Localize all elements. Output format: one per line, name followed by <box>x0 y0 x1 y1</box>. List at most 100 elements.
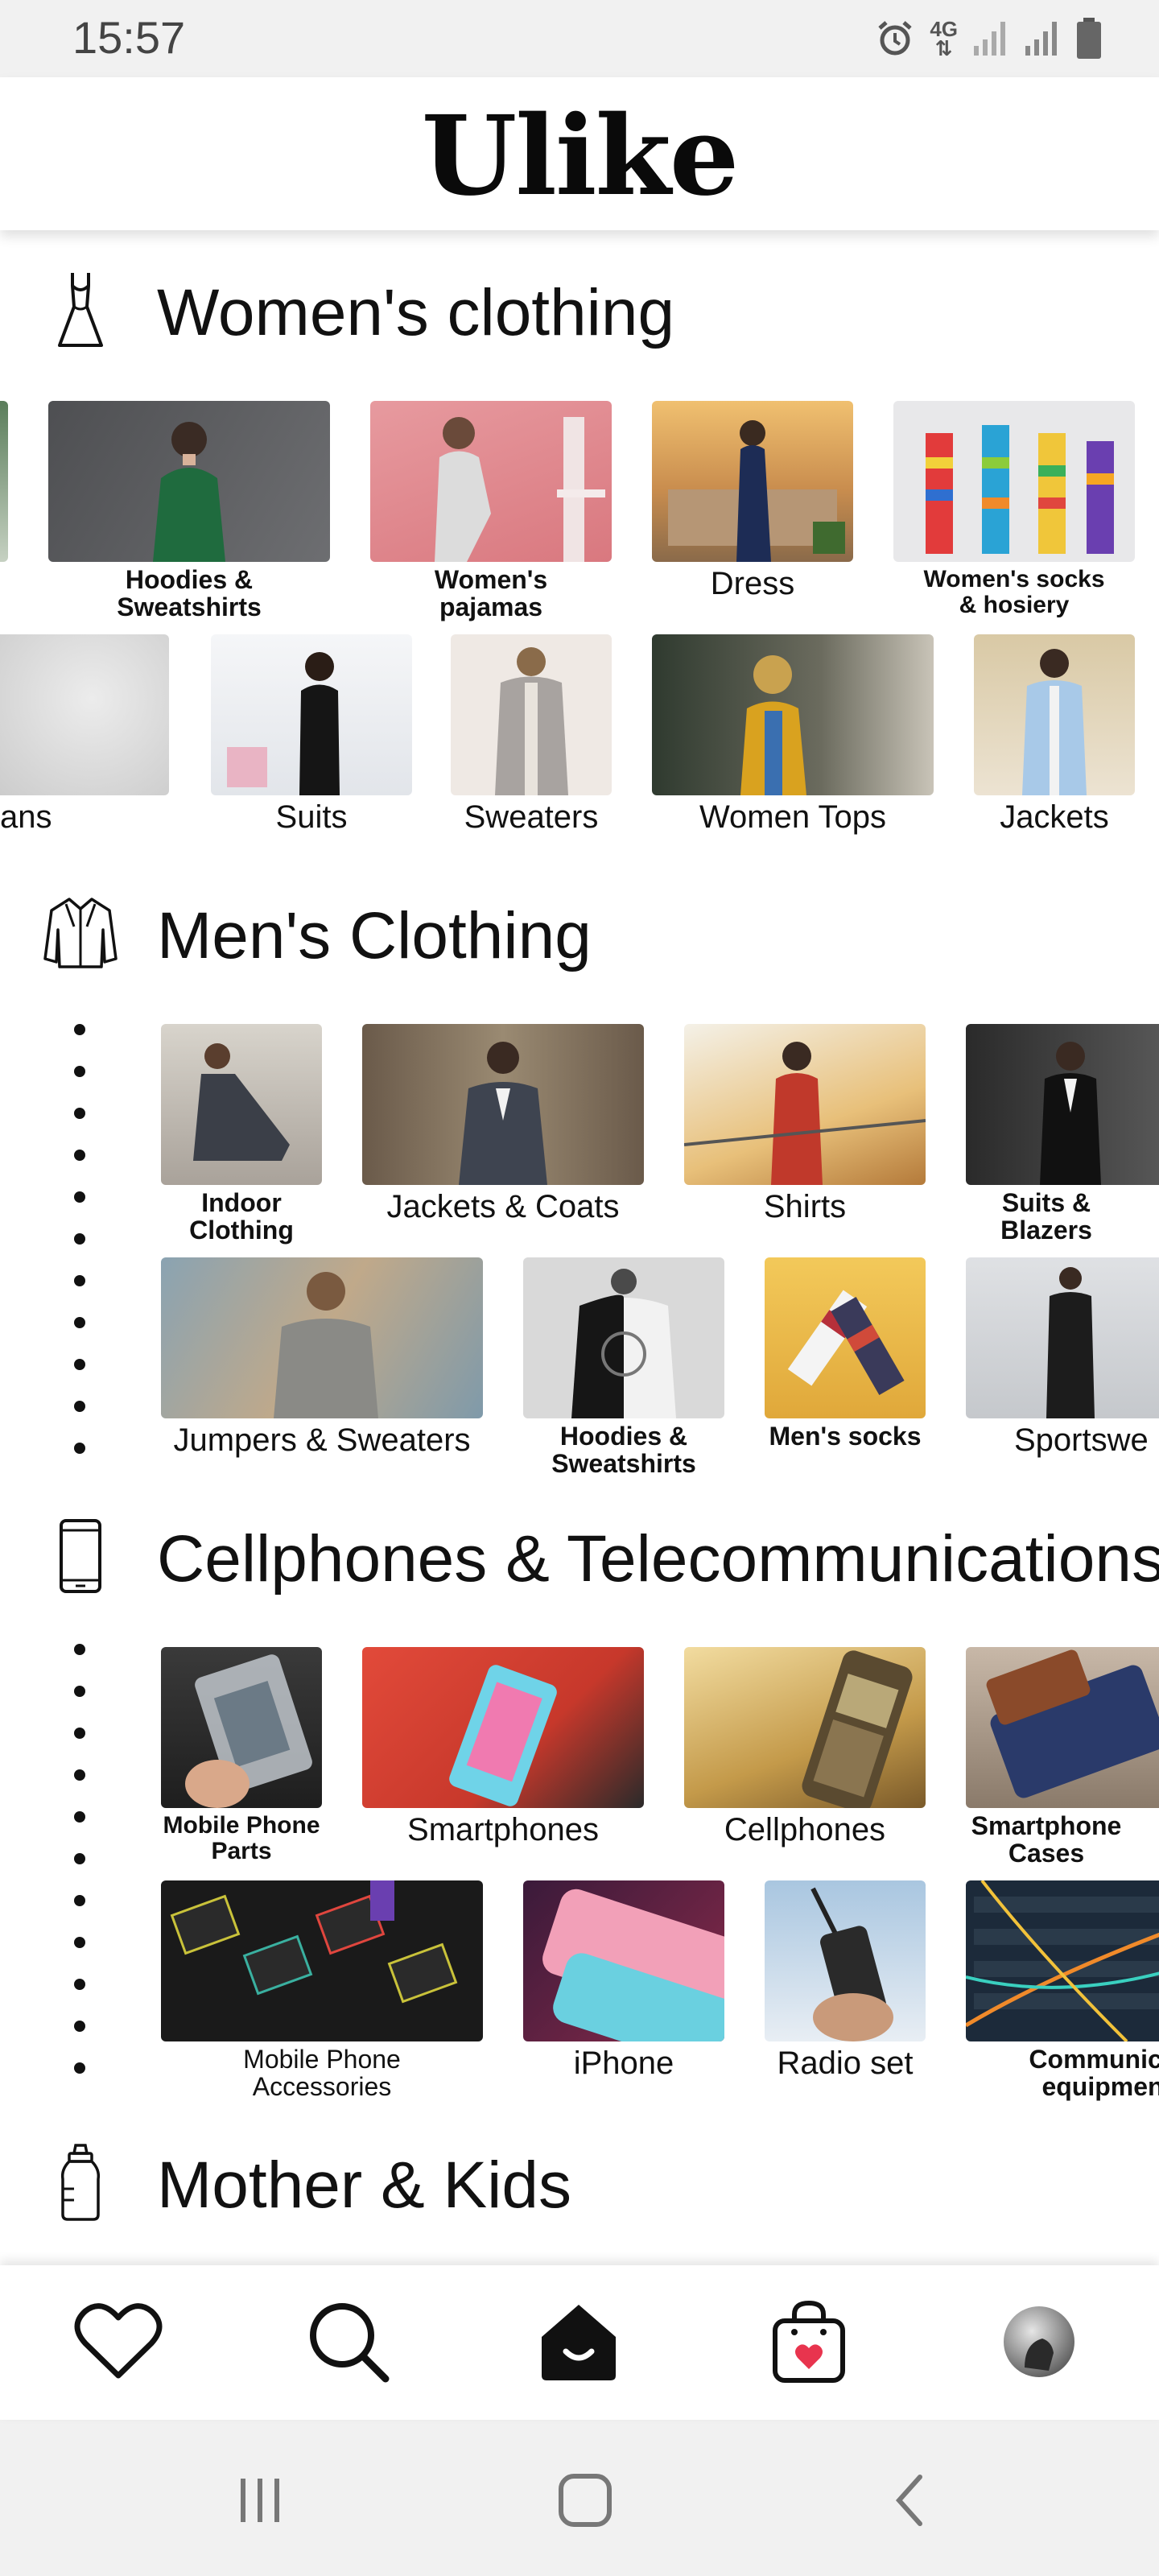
category-tile[interactable]: Men's socks <box>765 1257 926 1450</box>
category-label: iPhone <box>573 2046 674 2081</box>
category-tile[interactable]: Jumpers & Sweaters <box>161 1257 483 1457</box>
category-image <box>974 634 1135 795</box>
category-image <box>362 1024 644 1185</box>
network-label: 4G ⇅ <box>930 17 958 60</box>
section-title-men: Men's Clothing <box>157 899 592 972</box>
shopping-bag-icon <box>773 2300 845 2383</box>
tab-cart[interactable] <box>765 2297 853 2386</box>
category-image <box>161 1647 322 1808</box>
category-tile[interactable]: Indoor Clothing <box>161 1024 322 1243</box>
system-nav-bar <box>0 2420 1159 2576</box>
recent-apps-button[interactable] <box>224 2464 296 2537</box>
category-tile[interactable]: Sweaters <box>451 634 612 834</box>
battery-icon <box>1077 18 1101 59</box>
category-label: ans <box>0 799 52 835</box>
category-image <box>451 634 612 795</box>
category-tile-partial[interactable]: ans <box>0 634 169 834</box>
category-tile[interactable]: Mobile Phone Parts <box>161 1647 322 1864</box>
section-title-phones: Cellphones & Telecommunications <box>157 1522 1159 1596</box>
category-label: Suits <box>275 799 348 835</box>
tab-home[interactable] <box>534 2297 623 2386</box>
status-bar: 15:57 4G ⇅ <box>0 0 1159 77</box>
category-tile[interactable]: Hoodies & Sweatshirts <box>523 1257 724 1476</box>
category-label: Women's socks & hosiery <box>923 566 1105 618</box>
status-time: 15:57 <box>72 12 186 63</box>
category-image <box>523 1257 724 1418</box>
section-women-header[interactable]: Women's clothing <box>0 266 1159 354</box>
category-tile[interactable]: iPhone <box>523 1880 724 2080</box>
category-tile[interactable]: Communica equipmen <box>966 1880 1159 2099</box>
category-label: Mobile Phone Parts <box>163 1812 320 1864</box>
signal-icon-2 <box>1025 22 1057 56</box>
category-label: Smartphones <box>407 1812 599 1847</box>
jacket-icon <box>40 889 121 977</box>
category-label: Smartphone Cases <box>971 1811 1122 1868</box>
category-image <box>652 401 853 562</box>
category-image <box>161 1024 322 1185</box>
category-image <box>0 401 8 562</box>
tab-profile[interactable] <box>995 2297 1083 2386</box>
category-tile[interactable]: Jackets <box>974 634 1135 834</box>
category-image <box>523 1880 724 2041</box>
category-label: Communica equipmen <box>1029 2045 1159 2101</box>
category-image <box>0 634 169 795</box>
category-tile[interactable]: Women's socks & hosiery <box>893 401 1135 617</box>
scroll-indicator-dots <box>74 1024 87 1454</box>
category-label: Women's pajamas <box>434 565 548 621</box>
baby-bottle-icon <box>40 2138 121 2227</box>
category-tile[interactable]: Dress <box>652 401 853 601</box>
home-button[interactable] <box>549 2464 621 2537</box>
category-label: Men's socks <box>769 1422 922 1451</box>
category-tile[interactable]: Cellphones <box>684 1647 926 1847</box>
category-label: Sportswe <box>1014 1422 1149 1458</box>
search-icon <box>310 2303 390 2383</box>
signal-icon <box>974 22 1005 56</box>
category-image <box>765 1257 926 1418</box>
tab-wishlist[interactable] <box>74 2297 163 2386</box>
category-tile[interactable]: Radio set <box>765 1880 926 2080</box>
category-image <box>370 401 612 562</box>
bottom-tab-bar <box>0 2265 1159 2420</box>
category-label: Cellphones <box>724 1812 886 1847</box>
heart-icon <box>74 2303 163 2379</box>
category-image <box>48 401 330 562</box>
tab-search[interactable] <box>304 2297 393 2386</box>
category-label: Jackets & Coats <box>386 1189 620 1224</box>
category-image <box>966 1880 1159 2041</box>
category-label: Sweaters <box>464 799 599 835</box>
category-tile[interactable]: Smartphone Cases <box>966 1647 1159 1866</box>
category-label: Radio set <box>777 2046 914 2081</box>
section-men-header[interactable]: Men's Clothing <box>0 889 1159 977</box>
back-button[interactable] <box>874 2464 947 2537</box>
category-label: Women Tops <box>699 799 886 835</box>
section-kids-header[interactable]: Mother & Kids <box>0 2138 1159 2227</box>
category-image <box>966 1647 1159 1808</box>
category-tile[interactable]: Smartphones <box>362 1647 644 1847</box>
category-label: Shirts <box>763 1189 847 1224</box>
category-tile[interactable]: Suits <box>211 634 412 834</box>
category-image <box>652 634 934 795</box>
category-tile[interactable]: Women Tops <box>652 634 934 834</box>
home-square-icon <box>559 2474 612 2527</box>
category-image <box>362 1647 644 1808</box>
back-chevron-icon <box>895 2475 922 2526</box>
recent-apps-icon <box>241 2479 279 2522</box>
category-image <box>161 1880 483 2041</box>
category-tile[interactable]: Shirts <box>684 1024 926 1224</box>
category-image <box>161 1257 483 1418</box>
category-list[interactable]: Women's clothing Hoodies & Sweatshirts W… <box>0 230 1159 2265</box>
status-icons: 4G ⇅ <box>875 16 1103 61</box>
scroll-indicator-dots <box>74 1644 87 2074</box>
category-label: Indoor Clothing <box>189 1188 294 1245</box>
category-tile[interactable]: Mobile Phone Accessories <box>161 1880 483 2099</box>
category-tile[interactable]: Suits & Blazers <box>966 1024 1159 1243</box>
category-tile[interactable]: Jackets & Coats <box>362 1024 644 1224</box>
category-label: Suits & Blazers <box>1000 1188 1092 1245</box>
category-tile[interactable]: Sportswe <box>966 1257 1159 1457</box>
avatar-icon <box>1004 2306 1074 2377</box>
section-phones-header[interactable]: Cellphones & Telecommunications <box>0 1512 1159 1600</box>
category-tile[interactable]: Hoodies & Sweatshirts <box>48 401 330 620</box>
category-image <box>211 634 412 795</box>
category-tile-partial[interactable] <box>0 401 8 562</box>
category-tile[interactable]: Women's pajamas <box>370 401 612 620</box>
